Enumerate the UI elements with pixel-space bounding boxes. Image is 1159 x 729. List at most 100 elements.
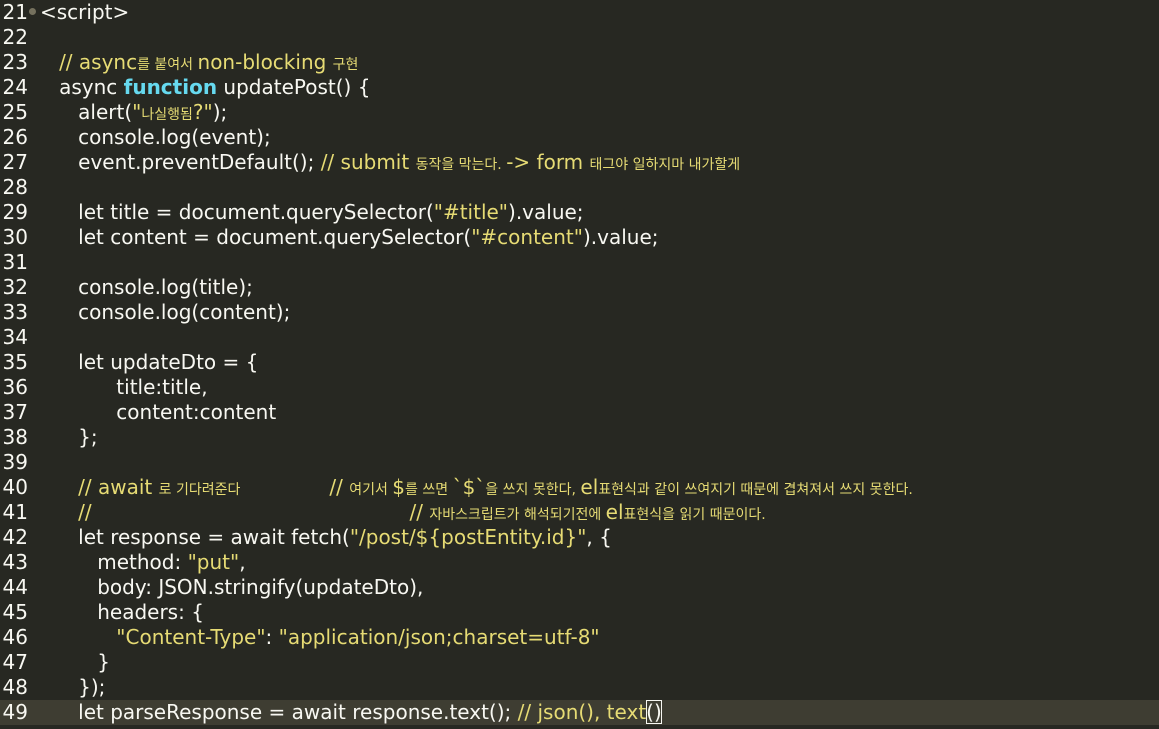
- line-number: 27: [2, 150, 28, 174]
- line-number: 22: [2, 25, 28, 49]
- code-text: body: JSON.stringify(updateDto),: [40, 575, 423, 600]
- code-line[interactable]: 31: [0, 250, 1159, 275]
- code-line[interactable]: 24 async function updatePost() {: [0, 75, 1159, 100]
- code-token: // async: [40, 50, 138, 74]
- code-line[interactable]: 41 // // 자바스크립트가 해석되기전에 el표현식을 읽기 때문이다.: [0, 500, 1159, 525]
- code-line[interactable]: 37 content:content: [0, 400, 1159, 425]
- line-number: 28: [2, 175, 28, 199]
- code-token: event.preventDefault();: [40, 150, 321, 174]
- code-token: 나실행됨: [141, 107, 193, 123]
- code-token: el: [580, 475, 599, 499]
- code-text: method: "put",: [40, 550, 246, 575]
- line-number: 40: [2, 475, 28, 499]
- code-token: 자바스크립트가 해석되기전에: [429, 507, 606, 523]
- code-line[interactable]: 21 <script>: [0, 0, 1159, 25]
- code-text: "Content-Type": "application/json;charse…: [40, 625, 600, 650]
- line-number: 24: [2, 75, 28, 99]
- code-token: );: [212, 100, 228, 124]
- line-number: 34: [2, 325, 28, 349]
- code-text: let parseResponse = await response.text(…: [40, 700, 662, 725]
- code-line[interactable]: 34: [0, 325, 1159, 350]
- code-token: let response = await fetch(: [40, 525, 350, 549]
- code-line[interactable]: 29 let title = document.querySelector("#…: [0, 200, 1159, 225]
- code-text: headers: {: [40, 600, 204, 625]
- code-token: $: [392, 475, 406, 499]
- line-number: 39: [2, 450, 28, 474]
- code-line[interactable]: 42 let response = await fetch("/post/${p…: [0, 525, 1159, 550]
- code-line[interactable]: 39: [0, 450, 1159, 475]
- code-text: let updateDto = {: [40, 350, 258, 375]
- code-token: 태그야 일하지마 내가할게: [589, 157, 741, 173]
- code-token: 여기서: [349, 482, 393, 498]
- code-token: 를 붙여서: [137, 57, 198, 73]
- code-line[interactable]: 45 headers: {: [0, 600, 1159, 625]
- code-token: });: [40, 675, 106, 699]
- code-text: };: [40, 425, 98, 450]
- code-token: let title = document.querySelector(: [40, 200, 434, 224]
- code-token: "put": [187, 550, 240, 574]
- code-token: 를 쓰면: [405, 482, 453, 498]
- code-token: "/post/${postEntity.id}": [349, 525, 587, 549]
- code-text: title:title,: [40, 375, 207, 400]
- code-token: 구현: [332, 57, 359, 73]
- code-token: // submit: [320, 150, 416, 174]
- line-number: 25: [2, 100, 28, 124]
- code-token: ,: [239, 550, 246, 574]
- code-token: function: [123, 75, 218, 99]
- code-token: "Content-Type": [40, 625, 266, 649]
- code-line[interactable]: 47 }: [0, 650, 1159, 675]
- fold-toggle-icon[interactable]: [29, 8, 36, 15]
- code-token: content:content: [40, 400, 277, 424]
- code-token: //: [329, 475, 350, 499]
- code-line[interactable]: 25 alert("나실행됨?");: [0, 100, 1159, 125]
- code-line[interactable]: 36 title:title,: [0, 375, 1159, 400]
- code-token: ).value;: [582, 225, 659, 249]
- code-text: // // 자바스크립트가 해석되기전에 el표현식을 읽기 때문이다.: [40, 500, 766, 528]
- code-token: 동작을 막는다.: [415, 157, 507, 173]
- code-token: // await: [40, 475, 159, 499]
- code-token: "application/json;charset=utf-8": [278, 625, 600, 649]
- line-number: 33: [2, 300, 28, 324]
- code-token: headers: {: [40, 600, 204, 624]
- code-line[interactable]: 35 let updateDto = {: [0, 350, 1159, 375]
- line-number: 32: [2, 275, 28, 299]
- code-line[interactable]: 49 let parseResponse = await response.te…: [0, 700, 1159, 725]
- code-editor[interactable]: 21 <script> 22 23 // async를 붙여서 non-blockin…: [0, 0, 1159, 729]
- code-line[interactable]: 48 });: [0, 675, 1159, 700]
- code-token: -> form: [506, 150, 590, 174]
- line-number: 42: [2, 525, 28, 549]
- code-token: };: [40, 425, 98, 449]
- code-line[interactable]: 22: [0, 25, 1159, 50]
- code-line[interactable]: 33 console.log(content);: [0, 300, 1159, 325]
- code-line[interactable]: 43 method: "put",: [0, 550, 1159, 575]
- code-line[interactable]: 44 body: JSON.stringify(updateDto),: [0, 575, 1159, 600]
- line-number: 43: [2, 550, 28, 574]
- code-text: }: [40, 650, 110, 675]
- code-line[interactable]: 38 };: [0, 425, 1159, 450]
- code-token: el: [605, 500, 624, 524]
- line-number: 48: [2, 675, 28, 699]
- code-line[interactable]: 40 // await 로 기다려준다 // 여기서 $를 쓰면 `$`을 쓰지…: [0, 475, 1159, 500]
- code-token: `$`: [452, 475, 486, 499]
- code-token: let content = document.querySelector(: [40, 225, 472, 249]
- line-number: 37: [2, 400, 28, 424]
- code-line[interactable]: 32 console.log(title);: [0, 275, 1159, 300]
- code-text: // async를 붙여서 non-blocking 구현: [40, 50, 358, 78]
- code-text: let response = await fetch("/post/${post…: [40, 525, 612, 550]
- code-token: async: [40, 75, 124, 99]
- code-line[interactable]: 46 "Content-Type": "application/json;cha…: [0, 625, 1159, 650]
- code-line[interactable]: 26 console.log(event);: [0, 125, 1159, 150]
- code-token: 로 기다려준다: [158, 482, 330, 498]
- code-token: ": [132, 100, 142, 124]
- code-line[interactable]: 23 // async를 붙여서 non-blocking 구현: [0, 50, 1159, 75]
- code-token: updatePost() {: [217, 75, 371, 99]
- line-number: 26: [2, 125, 28, 149]
- code-token: 을 쓰지 못한다,: [485, 482, 581, 498]
- line-number: 21: [2, 0, 28, 24]
- code-line[interactable]: 27 event.preventDefault(); // submit 동작을…: [0, 150, 1159, 175]
- code-line[interactable]: 30 let content = document.querySelector(…: [0, 225, 1159, 250]
- code-text: content:content: [40, 400, 276, 425]
- line-number: 41: [2, 500, 28, 524]
- code-line[interactable]: 28: [0, 175, 1159, 200]
- code-token: console.log(title);: [40, 275, 253, 299]
